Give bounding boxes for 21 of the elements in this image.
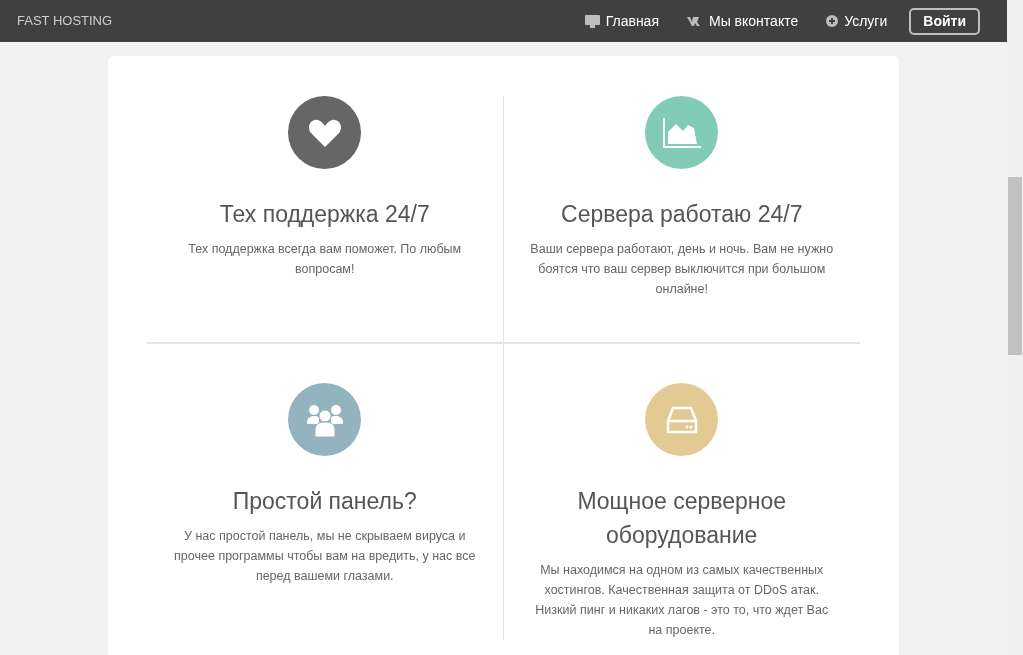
nav-link[interactable]: Главная <box>584 10 659 32</box>
feature-title: Простой панель? <box>232 487 417 516</box>
feature-description: Тех поддержка всегда вам поможет. По любым вопросам! <box>187 241 463 278</box>
login-button[interactable]: Войти <box>909 7 980 35</box>
feature-title: Сервера работаю 24/7 <box>561 200 803 229</box>
feature-description: Мы находимся на одном из самых качественных хостингов. Качественная защита от DDoS атак. Низкий пинг и никаких лагов - это то, что ждет Вас на проекте. <box>534 562 830 639</box>
feature-description: У нас простой панель, мы не скрываем вируса и прочее программы чтобы вам на вредить, у нас все перед вашеми глазами. <box>173 528 477 585</box>
vk-icon <box>687 16 703 26</box>
nav-link[interactable]: Мы вконтакте <box>687 10 799 32</box>
users-icon <box>305 402 344 437</box>
feature-title: Тех поддержка 24/7 <box>219 200 430 229</box>
brand-logo[interactable]: FAST HOSTING <box>17 11 113 31</box>
nav-link[interactable]: Услуги <box>826 10 888 32</box>
scrollbar-thumb[interactable] <box>1008 177 1022 355</box>
heart-icon <box>307 117 342 148</box>
feature-title: Мощное серверное оборудование <box>576 487 788 550</box>
area-chart-icon <box>662 117 701 148</box>
monitor-icon <box>584 14 600 28</box>
hard-drive-icon <box>665 405 698 434</box>
feature-description: Ваши сервера работают, день и ночь. Вам не нужно боятся что ваш сервер выключится при большом онлайне! <box>529 241 835 298</box>
plus-circle-icon <box>826 15 839 27</box>
